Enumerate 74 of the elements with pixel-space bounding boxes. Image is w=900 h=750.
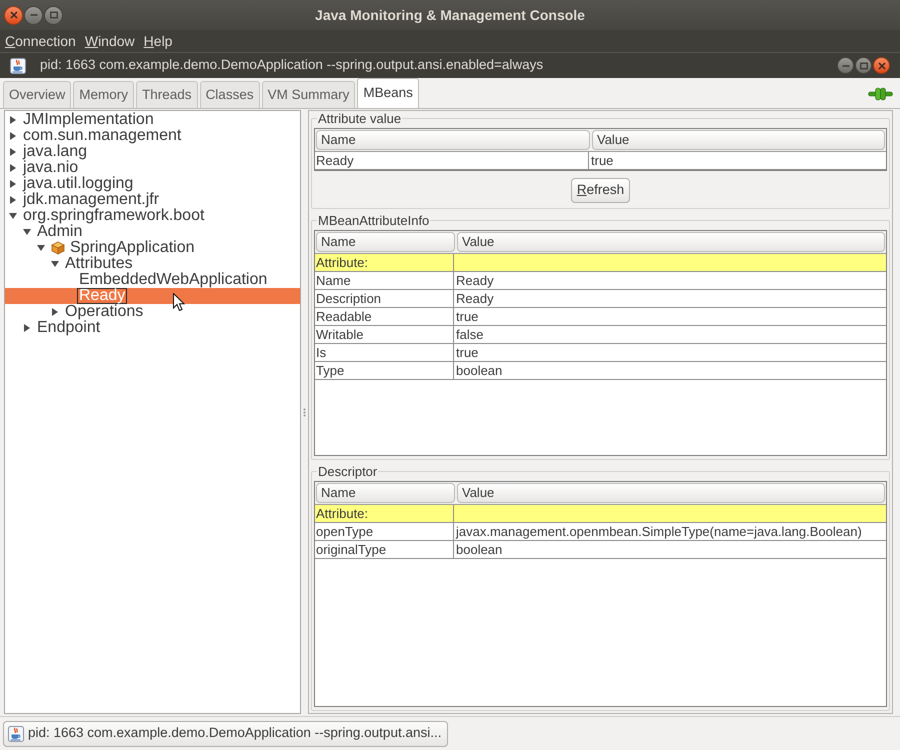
table-cell: Description [315,290,454,307]
tree-item[interactable]: EmbeddedWebApplication [65,272,268,288]
tree-item[interactable]: Operations [51,304,144,320]
tab[interactable]: Threads [136,81,198,108]
triangle-down-icon[interactable] [23,228,31,236]
table-cell: Readable [315,308,454,325]
table-cell: Attribute: [315,505,454,522]
plug-icon [868,87,893,101]
table-cell: Type [315,362,454,379]
taskbar-button[interactable]: pid: 1663 com.example.demo.DemoApplication --spring.output.ansi... [3,720,448,746]
menu-item[interactable]: Window [84,32,135,50]
table-cell: originalType [315,541,454,558]
tree-item[interactable]: java.lang [9,144,88,160]
tree-item[interactable]: SpringApplication [37,240,195,256]
maximize-icon [860,62,868,70]
table-cell: Writable [315,326,454,343]
tab[interactable]: Overview [3,81,72,108]
tree-item[interactable]: java.nio [9,160,78,176]
column-header[interactable]: Value [457,232,885,252]
tree-item[interactable]: JMImplementation [9,112,154,128]
table-cell: Name [315,272,454,289]
close-button[interactable] [4,6,23,24]
tree-item[interactable]: jdk.management.jfr [9,192,160,208]
table-cell: Attribute: [315,254,454,271]
tab[interactable]: MBeans [357,78,419,108]
grip-icon [303,408,306,416]
close-button[interactable] [873,57,890,74]
tree-item[interactable]: org.springframework.boot [9,208,204,224]
column-header[interactable]: Name [316,130,590,150]
tree-item[interactable]: Endpoint [23,320,100,336]
minimize-button[interactable] [24,6,43,24]
cube-icon [51,241,65,255]
column-header[interactable]: Value [457,483,885,503]
close-icon [878,62,886,70]
maximize-button[interactable] [44,6,63,24]
group-title: MBeanAttributeInfo [317,213,430,228]
tree-item[interactable]: java.util.logging [9,176,134,192]
triangle-right-icon[interactable] [9,148,17,156]
window-title: Java Monitoring & Management Console [314,6,586,25]
triangle-right-icon[interactable] [9,180,17,188]
triangle-right-icon[interactable] [23,324,31,332]
maximize-icon [50,11,58,19]
tab[interactable]: Classes [200,81,260,108]
column-header[interactable]: Name [316,232,455,252]
triangle-right-icon[interactable] [9,196,17,204]
menu-item[interactable]: Help [144,32,172,50]
refresh-button[interactable]: Refresh [570,178,630,203]
close-icon [10,11,18,19]
coffee-cup-icon [8,726,24,742]
tree-item[interactable]: Admin [23,224,82,240]
group-title: Attribute value [317,111,402,126]
tree-item[interactable]: Attributes [51,256,133,272]
table-cell: Ready [315,152,589,169]
table-cell: Is [315,344,454,361]
triangle-down-icon[interactable] [37,244,45,252]
coffee-cup-icon [10,58,26,74]
triangle-right-icon[interactable] [51,308,59,316]
table-cell: openType [315,523,454,540]
menu-item[interactable]: Connection [5,32,76,50]
triangle-right-icon[interactable] [9,116,17,124]
triangle-right-icon[interactable] [9,164,17,172]
minimize-button[interactable] [837,57,854,74]
tab[interactable]: VM Summary [262,81,356,108]
tab[interactable]: Memory [73,81,134,108]
triangle-down-icon[interactable] [9,212,17,220]
column-header[interactable]: Name [316,483,455,503]
frame-title: pid: 1663 com.example.demo.DemoApplication --spring.output.ansi.enabled=always [40,56,544,74]
mouse-cursor-icon [173,293,185,312]
triangle-down-icon[interactable] [51,260,59,268]
group-title: Descriptor [317,464,378,479]
triangle-right-icon[interactable] [9,132,17,140]
column-header[interactable]: Value [592,130,885,150]
maximize-button[interactable] [855,57,872,74]
tree-item[interactable]: com.sun.management [9,128,182,144]
